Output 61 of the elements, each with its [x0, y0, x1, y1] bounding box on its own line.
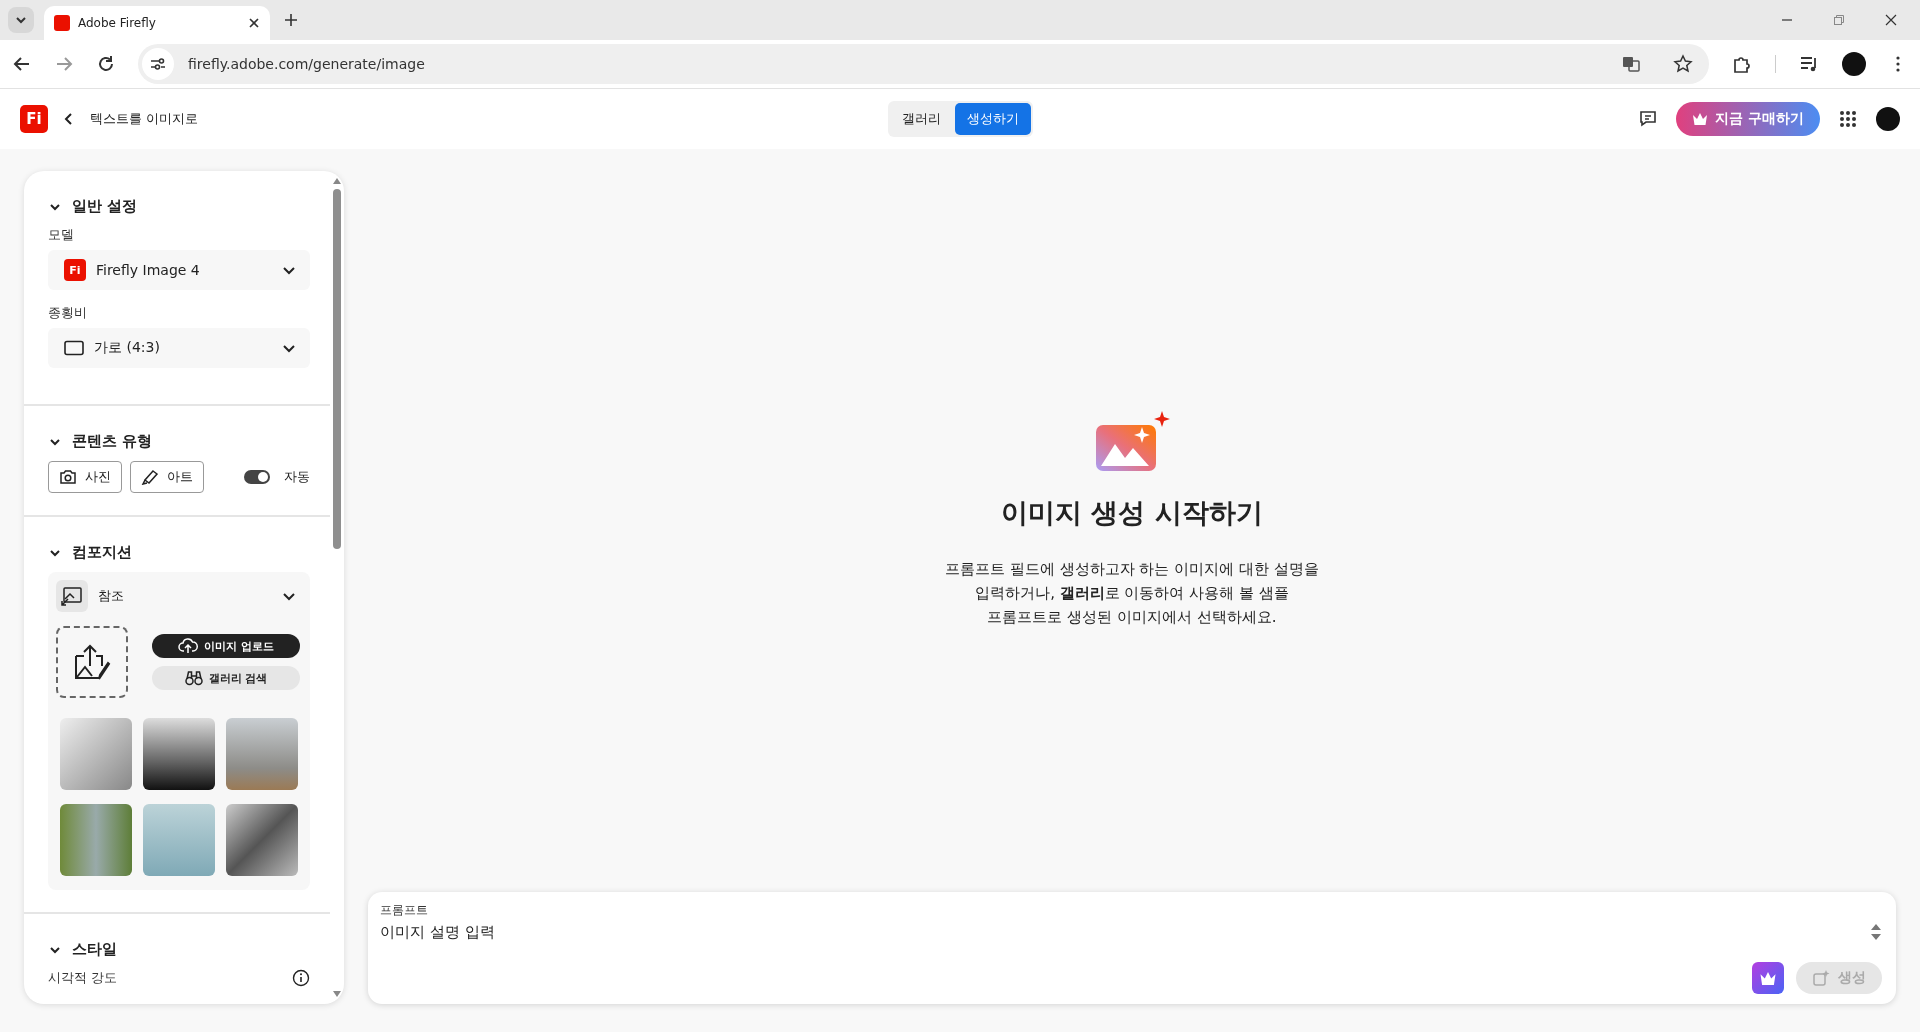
camera-icon: [59, 469, 77, 485]
firefly-logo-icon: [54, 15, 70, 31]
aspect-ratio-dropdown[interactable]: 가로 (4:3): [48, 328, 310, 368]
image-drop-zone[interactable]: [56, 626, 128, 698]
url-text: firefly.adobe.com/generate/image: [188, 56, 425, 72]
empty-state-description: 프롬프트 필드에 생성하고자 하는 이미지에 대한 설명을 입력하거나, 갤러리로 이동하여 사용해 볼 샘플 프롬프트로 생성된 이미지에서 선택하세요.: [945, 559, 1319, 628]
app-logo[interactable]: Fi: [20, 105, 48, 133]
gallery-search-button[interactable]: 갤러리 검색: [152, 666, 300, 690]
photo-placeholder[interactable]: [143, 718, 215, 790]
buy-now-button[interactable]: 지금 구매하기: [1676, 102, 1820, 136]
breadcrumb-label[interactable]: 텍스트를 이미지로: [90, 110, 199, 128]
content-type-button[interactable]: 사진: [48, 461, 122, 493]
reload-icon[interactable]: [96, 54, 116, 74]
prompt-label: 프롬프트: [380, 902, 429, 919]
close-icon[interactable]: [248, 17, 260, 29]
reference-label: 참조: [98, 587, 124, 605]
scrollbar-thumb[interactable]: [333, 189, 341, 549]
browser-tab[interactable]: Adobe Firefly: [44, 6, 270, 40]
address-bar[interactable]: firefly.adobe.com/generate/image: [138, 44, 1709, 84]
auto-toggle[interactable]: [244, 470, 270, 484]
new-tab-icon[interactable]: [284, 13, 298, 27]
mode-tab[interactable]: 생성하기: [954, 103, 1031, 135]
tab-search-button[interactable]: [8, 7, 34, 33]
close-window-icon[interactable]: [1884, 13, 1898, 27]
mode-tab[interactable]: 갤러리: [889, 103, 953, 135]
image-sparkle-icon: [1812, 969, 1830, 987]
section-title: 콘텐츠 유형: [72, 432, 153, 451]
sort-arrows-icon[interactable]: [1870, 922, 1882, 942]
tab-title: Adobe Firefly: [78, 16, 157, 30]
section-title: 컴포지션: [72, 543, 132, 562]
field-label: 시각적 강도: [48, 969, 118, 987]
star-icon[interactable]: [1673, 54, 1693, 74]
cloud-upload-icon: [178, 638, 199, 654]
content-type-button[interactable]: 아트: [130, 461, 204, 493]
user-avatar[interactable]: [1876, 107, 1900, 131]
model-dropdown[interactable]: Fi Firefly Image 4: [48, 250, 310, 290]
premium-button[interactable]: [1752, 962, 1784, 994]
firefly-logo-icon: Fi: [64, 259, 86, 281]
rectangle-icon: [64, 340, 84, 356]
section-title: 스타일: [72, 940, 117, 959]
site-settings-icon[interactable]: [142, 48, 174, 80]
toggle-label: 자동: [284, 468, 310, 486]
upload-image-button[interactable]: 이미지 업로드: [152, 634, 300, 658]
translate-icon[interactable]: [1621, 54, 1641, 74]
info-icon[interactable]: [292, 969, 310, 987]
scroll-up-icon[interactable]: [332, 177, 342, 185]
reference-image-icon: [56, 580, 88, 612]
scroll-down-icon[interactable]: [332, 990, 342, 998]
profile-avatar[interactable]: [1842, 52, 1866, 76]
prompt-input[interactable]: 이미지 설명 입력: [380, 919, 1870, 945]
apps-grid-icon[interactable]: [1838, 109, 1858, 129]
feedback-icon[interactable]: [1638, 109, 1659, 129]
restore-icon[interactable]: [1832, 13, 1846, 27]
empty-state-title: 이미지 생성 시작하기: [1001, 496, 1263, 530]
field-label: 종횡비: [48, 304, 88, 322]
section-title: 일반 설정: [72, 197, 138, 216]
crown-icon: [1692, 112, 1709, 126]
crown-icon: [1759, 970, 1777, 986]
brush-icon: [141, 469, 159, 485]
binoculars-icon: [184, 670, 203, 686]
field-label: 모델: [48, 226, 75, 244]
